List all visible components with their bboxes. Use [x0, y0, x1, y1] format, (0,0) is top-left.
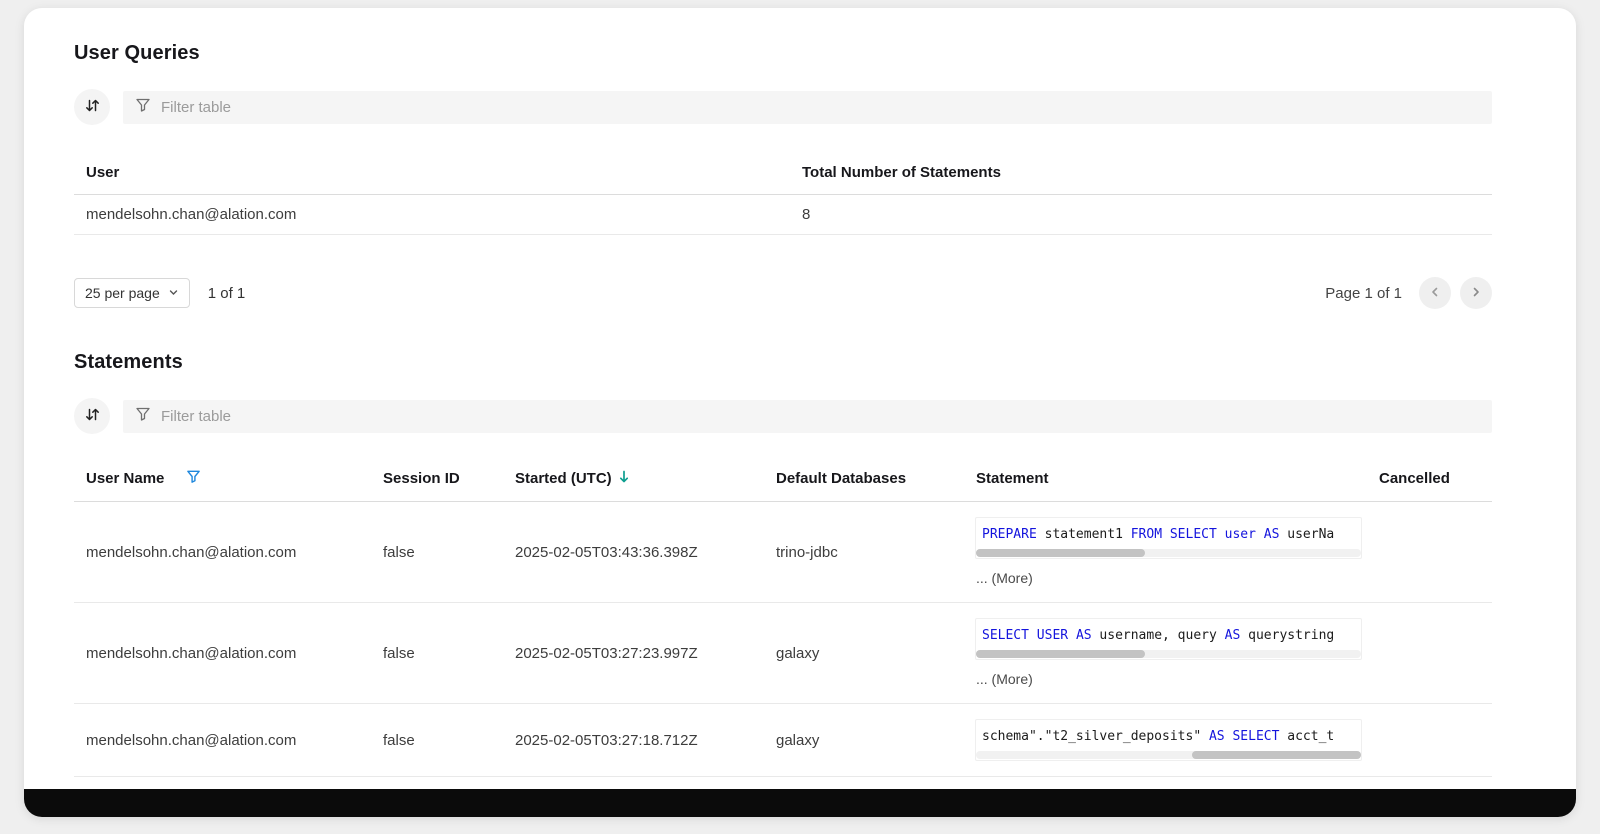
sort-desc-icon[interactable] [618, 470, 630, 488]
statements-toolbar [74, 398, 1492, 434]
chevron-right-icon [1469, 285, 1483, 302]
col-default-databases[interactable]: Default Databases [764, 456, 964, 502]
filter-active-icon[interactable] [186, 469, 201, 488]
statement-cell: PREPARE statement1 FROM SELECT user AS u… [964, 502, 1367, 603]
scrollbar-thumb[interactable] [1192, 751, 1361, 759]
col-session-id[interactable]: Session ID [371, 456, 503, 502]
user-queries-section: User Queries [74, 42, 1492, 309]
statement-code-box[interactable]: PREPARE statement1 FROM SELECT user AS u… [976, 518, 1361, 558]
chevron-left-icon [1428, 285, 1442, 302]
user-queries-title: User Queries [74, 42, 1492, 65]
chevron-down-icon [168, 285, 179, 301]
user-queries-pagination: 25 per page 1 of 1 Page 1 of 1 [74, 277, 1492, 309]
statement-code: schema"."t2_silver_deposits" AS SELECT a… [976, 720, 1361, 751]
user-queries-filter-box[interactable] [123, 91, 1492, 124]
sort-button[interactable] [74, 89, 110, 125]
statements-title: Statements [74, 351, 1492, 374]
statement-code-box[interactable]: schema"."t2_silver_deposits" AS SELECT a… [976, 720, 1361, 760]
funnel-icon [135, 97, 151, 118]
total-statements-cell: 8 [790, 195, 1492, 235]
statements-filter-box[interactable] [123, 400, 1492, 433]
window-footer-bar [24, 789, 1576, 817]
scrollbar-thumb[interactable] [976, 549, 1145, 557]
default-databases-cell: galaxy [764, 603, 964, 704]
statement-cell: schema"."t2_silver_deposits" AS SELECT a… [964, 704, 1367, 777]
more-link[interactable]: ... (More) [976, 570, 1355, 586]
statement-scrollbar[interactable] [976, 549, 1361, 557]
table-row[interactable]: mendelsohn.chan@alation.com 8 [74, 195, 1492, 235]
col-cancelled[interactable]: Cancelled [1367, 456, 1492, 502]
per-page-select[interactable]: 25 per page [74, 278, 190, 308]
statement-scrollbar[interactable] [976, 751, 1361, 759]
cancelled-cell [1367, 704, 1492, 777]
col-started-utc[interactable]: Started (UTC) [503, 456, 764, 502]
col-user[interactable]: User [74, 151, 790, 195]
table-row[interactable]: mendelsohn.chan@alation.com false 2025-0… [74, 502, 1492, 603]
app-window: User Queries [24, 8, 1576, 817]
col-started-utc-label: Started (UTC) [515, 470, 612, 487]
funnel-icon [135, 406, 151, 427]
next-page-button[interactable] [1460, 277, 1492, 309]
sort-arrows-icon [84, 97, 101, 117]
statement-code: SELECT USER AS username, query AS querys… [976, 619, 1361, 650]
statement-cell: SELECT USER AS username, query AS querys… [964, 603, 1367, 704]
col-total-statements[interactable]: Total Number of Statements [790, 151, 1492, 195]
statement-scrollbar[interactable] [976, 650, 1361, 658]
col-user-name-label: User Name [86, 470, 164, 487]
user-name-cell: mendelsohn.chan@alation.com [74, 704, 371, 777]
cancelled-cell [1367, 603, 1492, 704]
main-content-card: User Queries [24, 8, 1576, 789]
sort-arrows-icon [84, 406, 101, 426]
started-cell: 2025-02-05T03:27:18.712Z [503, 704, 764, 777]
pagination-right: Page 1 of 1 [1325, 277, 1492, 309]
statement-code-box[interactable]: SELECT USER AS username, query AS querys… [976, 619, 1361, 659]
statements-section: Statements [74, 351, 1492, 777]
user-queries-filter-input[interactable] [161, 99, 1480, 116]
default-databases-cell: trino-jdbc [764, 502, 964, 603]
more-link[interactable]: ... (More) [976, 671, 1355, 687]
page-label: Page 1 of 1 [1325, 285, 1402, 302]
col-statement[interactable]: Statement [964, 456, 1367, 502]
table-row[interactable]: mendelsohn.chan@alation.com false 2025-0… [74, 603, 1492, 704]
user-name-cell: mendelsohn.chan@alation.com [74, 502, 371, 603]
started-cell: 2025-02-05T03:43:36.398Z [503, 502, 764, 603]
user-cell: mendelsohn.chan@alation.com [74, 195, 790, 235]
default-databases-cell: galaxy [764, 704, 964, 777]
statements-header-row: User Name Session ID St [74, 456, 1492, 502]
col-user-name[interactable]: User Name [74, 456, 371, 502]
user-queries-table: User Total Number of Statements mendelso… [74, 151, 1492, 235]
user-queries-toolbar [74, 89, 1492, 125]
statement-code: PREPARE statement1 FROM SELECT user AS u… [976, 518, 1361, 549]
session-id-cell: false [371, 704, 503, 777]
statements-filter-input[interactable] [161, 408, 1480, 425]
scrollbar-thumb[interactable] [976, 650, 1145, 658]
started-cell: 2025-02-05T03:27:23.997Z [503, 603, 764, 704]
user-queries-header-row: User Total Number of Statements [74, 151, 1492, 195]
range-label: 1 of 1 [208, 285, 246, 302]
prev-page-button[interactable] [1419, 277, 1451, 309]
sort-button[interactable] [74, 398, 110, 434]
session-id-cell: false [371, 502, 503, 603]
per-page-label: 25 per page [85, 285, 160, 301]
statements-table: User Name Session ID St [74, 456, 1492, 777]
session-id-cell: false [371, 603, 503, 704]
user-name-cell: mendelsohn.chan@alation.com [74, 603, 371, 704]
cancelled-cell [1367, 502, 1492, 603]
table-row[interactable]: mendelsohn.chan@alation.com false 2025-0… [74, 704, 1492, 777]
